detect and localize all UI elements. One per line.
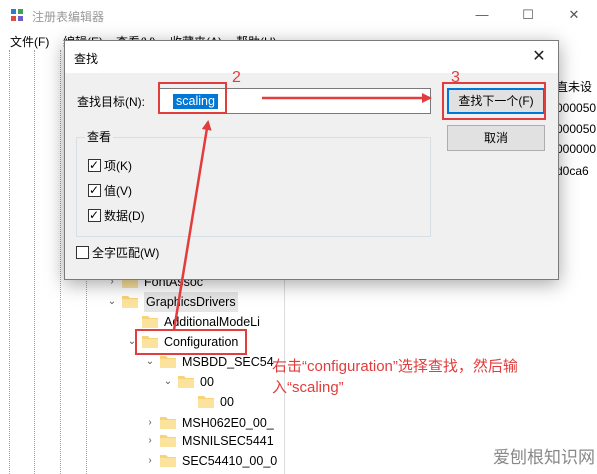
watermark: 爱刨根知识网 [493, 448, 595, 467]
annotation-arrows [172, 93, 432, 331]
arrow-to-search-text [172, 120, 212, 331]
instruction-caption: 右击“configuration”选择查找，然后输入“scaling” [272, 358, 518, 396]
